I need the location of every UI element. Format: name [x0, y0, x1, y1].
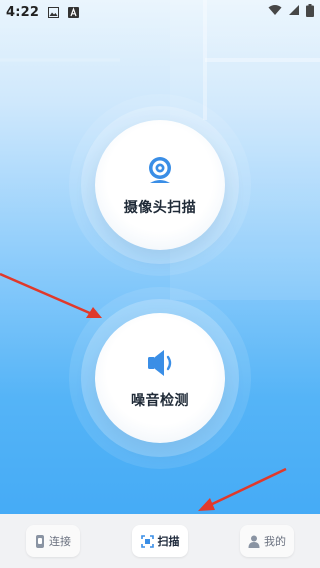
- scan-icon: [140, 534, 154, 548]
- user-icon: [248, 535, 260, 548]
- annotation-arrow-left: [0, 272, 102, 318]
- tab-profile-label: 我的: [264, 535, 286, 548]
- plug-icon: [35, 534, 45, 548]
- tab-scan[interactable]: 扫描: [132, 525, 188, 557]
- tab-connect-label: 连接: [49, 535, 71, 548]
- camera-scan-label: 摄像头扫描: [123, 200, 197, 216]
- a-icon: [68, 6, 80, 18]
- tab-connect[interactable]: 连接: [26, 525, 80, 557]
- battery-icon: [306, 3, 314, 21]
- noise-detect-button[interactable]: 噪音检测: [95, 313, 225, 443]
- wifi-icon: [268, 4, 282, 20]
- status-bar: 4:22: [0, 0, 320, 24]
- tab-profile[interactable]: 我的: [240, 525, 294, 557]
- annotation-arrow-bottom: [198, 467, 287, 511]
- image-icon: [48, 6, 60, 18]
- camera-scan-button[interactable]: 摄像头扫描: [95, 120, 225, 250]
- noise-detect-label: 噪音检测: [131, 393, 189, 409]
- speaker-icon: [143, 346, 177, 380]
- tab-scan-label: 扫描: [157, 535, 180, 548]
- camera-icon: [143, 153, 177, 187]
- bottom-tab-bar: 连接 扫描 我的: [0, 514, 320, 568]
- signal-icon: [288, 4, 300, 20]
- status-time: 4:22: [6, 4, 40, 20]
- status-indicators: [268, 3, 314, 21]
